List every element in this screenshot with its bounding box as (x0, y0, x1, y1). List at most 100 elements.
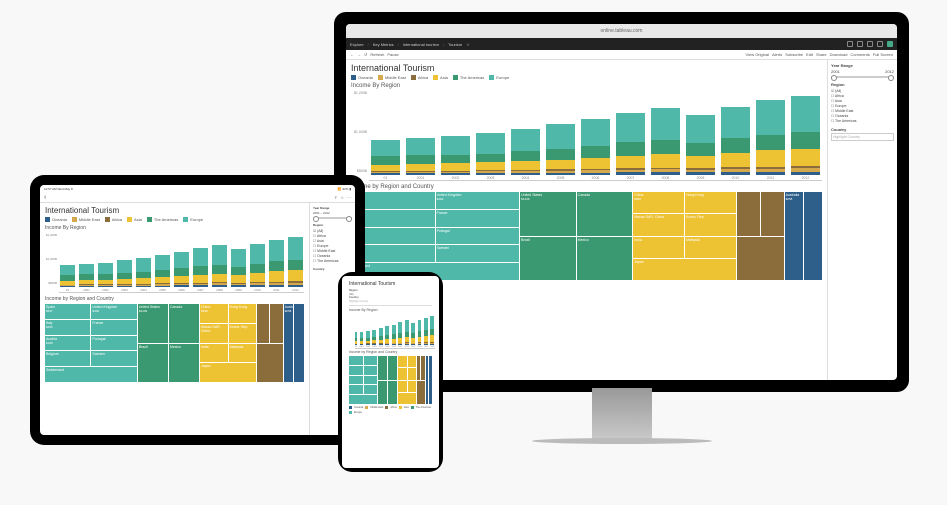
bar-column[interactable]: 2009 (684, 115, 717, 180)
treemap-cell[interactable] (408, 368, 416, 379)
bar-column[interactable]: 2004 (135, 258, 152, 292)
legend-item[interactable]: Africa (411, 75, 428, 80)
view-original-button[interactable]: View Original (746, 52, 770, 57)
bar-column[interactable]: 2001 (78, 264, 95, 292)
more-icon[interactable]: ⋯ (347, 195, 351, 200)
bar-column[interactable]: 01 (355, 332, 357, 348)
treemap-cell[interactable]: Sweden (436, 245, 520, 262)
treemap-cell[interactable] (398, 356, 406, 367)
treemap-region[interactable]: China$398Hong KongMacao SAR, ChinaKorea,… (200, 304, 256, 382)
treemap-cell[interactable]: Switzerland (45, 367, 137, 382)
treemap-cell[interactable] (429, 356, 432, 404)
help-icon[interactable] (867, 41, 873, 47)
bar-column[interactable]: 2003 (116, 260, 133, 292)
bar-column[interactable]: 01 (369, 140, 402, 180)
bar-column[interactable]: 2001 (404, 138, 437, 180)
treemap-cell[interactable] (737, 192, 760, 236)
treemap-cell[interactable]: Hong Kong (685, 192, 736, 213)
treemap-region[interactable] (349, 356, 377, 404)
income-treemap[interactable]: Spain$537United Kingdom$406Italy$405Fran… (45, 304, 304, 382)
treemap-region[interactable]: Australia$258 (284, 304, 304, 382)
treemap-cell[interactable]: United States$1439 (138, 304, 168, 343)
treemap-cell[interactable]: Japan (633, 259, 736, 280)
treemap-cell[interactable] (388, 356, 397, 380)
treemap-cell[interactable] (804, 192, 822, 280)
undo-button[interactable]: ← (350, 52, 354, 57)
treemap-cell[interactable]: India (200, 344, 228, 363)
treemap-cell[interactable]: Sweden (91, 351, 136, 366)
breadcrumb-item[interactable]: International tourism (403, 42, 439, 47)
treemap-cell[interactable] (364, 376, 378, 385)
region-checkbox[interactable]: ☐ The Americas (831, 118, 894, 123)
treemap-cell[interactable] (349, 356, 363, 365)
bar-column[interactable]: 2007 (614, 113, 647, 180)
legend-item[interactable]: Asia (127, 217, 142, 222)
treemap-cell[interactable]: Macao SAR, China (200, 324, 228, 343)
bar-column[interactable]: 2005 (154, 255, 171, 292)
year-range-filter[interactable]: Year Range 20012012 (831, 63, 894, 78)
legend-item[interactable]: Oceania (45, 217, 67, 222)
treemap-cell[interactable]: France (436, 210, 520, 227)
treemap-cell[interactable] (378, 356, 387, 380)
bell-icon[interactable] (877, 41, 883, 47)
region-filter[interactable]: Region ☑ (All) ☐ Africa☐ Asia☐ Europe☐ M… (831, 82, 894, 123)
treemap-cell[interactable] (761, 192, 784, 236)
legend-item[interactable]: Middle East (378, 75, 406, 80)
treemap-cell[interactable] (349, 395, 377, 404)
treemap-cell[interactable] (349, 385, 363, 394)
download-button[interactable]: Download (830, 52, 848, 57)
bar-column[interactable]: 2010 (417, 320, 421, 348)
bar-column[interactable]: 2009 (411, 323, 415, 348)
bookmark-icon[interactable] (847, 41, 853, 47)
treemap-cell[interactable]: China$398 (200, 304, 228, 323)
treemap-cell[interactable] (398, 393, 415, 404)
treemap-cell[interactable] (398, 381, 406, 392)
bar-column[interactable]: 2005 (385, 326, 389, 348)
favorite-icon[interactable]: ☆ (466, 42, 470, 47)
legend-item[interactable]: Asia (399, 406, 409, 409)
pause-button[interactable]: Pause (387, 52, 398, 57)
year-slider[interactable] (831, 76, 894, 78)
treemap-cell[interactable] (417, 381, 425, 405)
treemap-region[interactable]: China$398Hong KongMacao SAR, ChinaKorea,… (633, 192, 736, 280)
bar-column[interactable]: 2004 (509, 129, 542, 180)
breadcrumb-item[interactable]: Tourism (448, 42, 462, 47)
treemap-cell[interactable]: United States$1439 (520, 192, 576, 236)
treemap-cell[interactable]: China$398 (633, 192, 684, 213)
bar-column[interactable]: 2011 (754, 100, 787, 180)
bar-column[interactable]: 2002 (97, 263, 114, 292)
bar-column[interactable]: 2008 (404, 320, 408, 348)
legend-item[interactable]: Oceania (349, 406, 363, 409)
income-bar-chart[interactable]: $1,200B$1,000B$800B 01200120022003200420… (351, 91, 822, 181)
income-bar-chart[interactable]: $1,200B$1,000B$800B 01200120022003200420… (45, 233, 304, 293)
bar-column[interactable]: 2003 (474, 133, 507, 180)
legend-item[interactable]: Middle East (72, 217, 100, 222)
treemap-region[interactable] (417, 356, 425, 404)
region-checkbox[interactable]: ☐ The Americas (313, 258, 352, 263)
treemap-cell[interactable]: Belgium (45, 351, 90, 366)
edit-button[interactable]: Edit (806, 52, 813, 57)
treemap-cell[interactable]: Korea, Rep. (685, 214, 736, 235)
treemap-region[interactable]: United States$1439CanadaBrazilMexico (138, 304, 199, 382)
redo-button[interactable]: → (357, 52, 361, 57)
treemap-cell[interactable] (257, 304, 269, 343)
treemap-cell[interactable] (378, 381, 387, 405)
treemap-cell[interactable]: Mexico (169, 344, 199, 383)
treemap-cell[interactable]: Japan (200, 363, 256, 382)
bar-column[interactable]: 2005 (544, 124, 577, 180)
bar-column[interactable]: 2002 (439, 136, 472, 180)
fullscreen-button[interactable]: Full Screen (873, 52, 893, 57)
legend-item[interactable]: Europe (349, 411, 362, 414)
treemap-cell[interactable]: France (91, 320, 136, 335)
alerts-button[interactable]: Alerts (772, 52, 782, 57)
browser-url-bar[interactable]: online.tableau.com (346, 24, 897, 38)
bar-column[interactable]: 2008 (649, 108, 682, 180)
phone-filter-summary[interactable]: Region (All) Country Highlight Country (349, 289, 432, 306)
treemap-cell[interactable] (364, 366, 378, 375)
treemap-cell[interactable]: Italy$405 (45, 320, 90, 335)
treemap-cell[interactable] (349, 376, 363, 385)
country-filter[interactable]: Country Highlight Country (831, 127, 894, 141)
treemap-cell[interactable]: Brazil (138, 344, 168, 383)
treemap-region[interactable]: United States$1439CanadaBrazilMexico (520, 192, 632, 280)
breadcrumb-item[interactable]: Key Metrics (373, 42, 394, 47)
